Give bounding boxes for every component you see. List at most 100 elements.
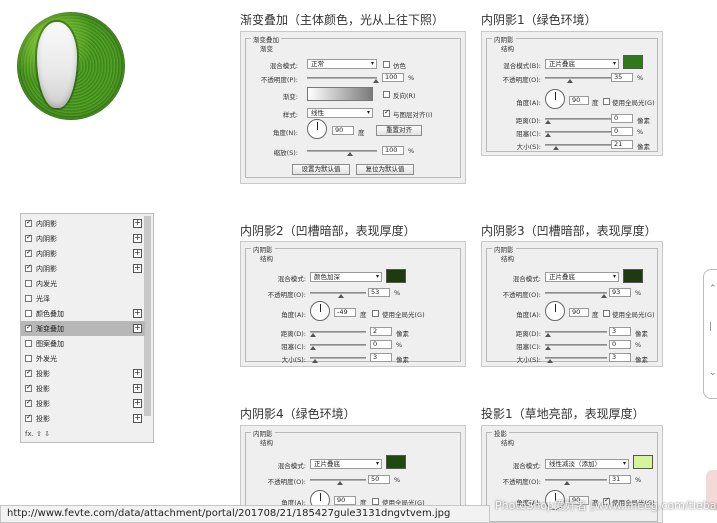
- set-default-button[interactable]: 设置为默认值: [292, 164, 350, 175]
- global-light-checkbox[interactable]: [603, 310, 610, 317]
- style-enable-checkbox[interactable]: [25, 218, 32, 227]
- angle-dial[interactable]: [545, 89, 565, 109]
- opacity-slider[interactable]: [545, 292, 607, 298]
- size-input[interactable]: 3: [609, 353, 631, 362]
- slider-thumb[interactable]: [567, 79, 573, 83]
- size-input[interactable]: 21: [611, 140, 633, 149]
- reset-default-button[interactable]: 复位为默认值: [356, 164, 414, 175]
- opacity-input[interactable]: 93: [609, 288, 631, 297]
- shadow-color-swatch[interactable]: [623, 269, 643, 283]
- style-enable-checkbox[interactable]: [25, 340, 32, 347]
- style-enable-checkbox[interactable]: [25, 233, 32, 242]
- slider-thumb[interactable]: [373, 79, 379, 83]
- slider-thumb[interactable]: [547, 359, 553, 363]
- style-list-item[interactable]: 投影 +: [21, 381, 145, 396]
- blend-mode-select[interactable]: 正片叠底: [545, 272, 619, 282]
- add-style-icon[interactable]: +: [133, 414, 142, 423]
- style-enable-checkbox[interactable]: [25, 383, 32, 392]
- slider-thumb[interactable]: [545, 120, 551, 124]
- list-scrollbar[interactable]: [144, 216, 151, 416]
- style-list-item[interactable]: 内阴影 +: [21, 231, 145, 246]
- slider-thumb[interactable]: [347, 152, 353, 156]
- angle-input[interactable]: 90: [334, 496, 356, 505]
- style-enable-checkbox[interactable]: [25, 368, 32, 377]
- choke-slider[interactable]: [310, 344, 366, 350]
- choke-slider[interactable]: [545, 131, 611, 137]
- slider-thumb[interactable]: [545, 333, 551, 337]
- style-select[interactable]: 线性: [307, 108, 373, 118]
- style-list-item[interactable]: 内阴影 +: [21, 216, 145, 231]
- angle-input[interactable]: 90: [332, 126, 354, 135]
- slider-thumb[interactable]: [337, 481, 343, 485]
- global-light-checkbox[interactable]: [372, 498, 379, 505]
- angle-dial[interactable]: [545, 301, 565, 321]
- add-style-icon[interactable]: +: [133, 384, 142, 393]
- add-style-icon[interactable]: +: [133, 234, 142, 243]
- slider-thumb[interactable]: [310, 333, 316, 337]
- add-style-icon[interactable]: +: [133, 309, 142, 318]
- distance-input[interactable]: 2: [370, 327, 392, 336]
- slider-thumb[interactable]: [310, 346, 316, 350]
- opacity-slider[interactable]: [310, 292, 366, 298]
- slider-thumb[interactable]: [601, 294, 607, 298]
- style-list-item[interactable]: 渐变叠加 +: [21, 321, 145, 336]
- style-enable-checkbox[interactable]: [25, 323, 32, 332]
- angle-input[interactable]: 90: [569, 308, 589, 317]
- chevron-down-icon[interactable]: ⌄: [709, 368, 717, 378]
- size-slider[interactable]: [310, 357, 366, 363]
- global-light-checkbox[interactable]: [603, 98, 610, 105]
- scale-input[interactable]: 100: [382, 146, 404, 155]
- size-slider[interactable]: [545, 357, 607, 363]
- blend-mode-select[interactable]: 线性减淡（添加）: [545, 459, 629, 469]
- style-list-item[interactable]: 颜色叠加 +: [21, 306, 145, 321]
- opacity-input[interactable]: 50: [368, 475, 390, 484]
- reverse-checkbox[interactable]: [383, 91, 390, 98]
- add-style-icon[interactable]: +: [133, 219, 142, 228]
- opacity-input[interactable]: 100: [382, 73, 404, 82]
- slider-thumb[interactable]: [564, 481, 570, 485]
- opacity-slider[interactable]: [310, 479, 366, 485]
- opacity-input[interactable]: 53: [368, 288, 390, 297]
- global-light-checkbox[interactable]: [372, 310, 379, 317]
- blend-mode-select[interactable]: 颜色加深: [310, 272, 382, 282]
- opacity-slider[interactable]: [545, 479, 607, 485]
- slider-thumb[interactable]: [553, 146, 559, 150]
- side-float-widget[interactable]: ⌃ | ⌄: [703, 269, 717, 399]
- chevron-up-icon[interactable]: ⌃: [709, 284, 717, 294]
- style-list-item[interactable]: 内阴影 +: [21, 261, 145, 276]
- slider-thumb[interactable]: [338, 294, 344, 298]
- choke-input[interactable]: 0: [609, 340, 631, 349]
- slider-thumb[interactable]: [545, 133, 551, 137]
- dither-checkbox[interactable]: [383, 61, 390, 68]
- style-enable-checkbox[interactable]: [25, 310, 32, 317]
- style-list-item[interactable]: 图案叠加: [21, 336, 145, 351]
- distance-slider[interactable]: [310, 331, 366, 337]
- add-style-icon[interactable]: +: [133, 369, 142, 378]
- shadow-color-swatch[interactable]: [386, 269, 406, 283]
- choke-slider[interactable]: [545, 344, 607, 350]
- size-slider[interactable]: [545, 144, 611, 150]
- slider-thumb[interactable]: [545, 346, 551, 350]
- style-enable-checkbox[interactable]: [25, 413, 32, 422]
- distance-input[interactable]: 3: [609, 327, 631, 336]
- distance-input[interactable]: 0: [611, 114, 633, 123]
- distance-slider[interactable]: [545, 118, 611, 124]
- style-list-item[interactable]: 内发光: [21, 276, 145, 291]
- gradient-picker[interactable]: [307, 87, 373, 101]
- style-list-item[interactable]: 光泽: [21, 291, 145, 306]
- reset-align-button[interactable]: 重置对齐: [376, 125, 422, 136]
- angle-dial[interactable]: [310, 301, 330, 321]
- style-list-item[interactable]: 投影 +: [21, 396, 145, 411]
- angle-input[interactable]: -49: [334, 308, 356, 317]
- opacity-input[interactable]: 35: [611, 73, 633, 82]
- add-style-icon[interactable]: +: [133, 399, 142, 408]
- shadow-color-swatch[interactable]: [633, 455, 653, 469]
- blend-mode-select[interactable]: 正片叠底: [545, 59, 619, 69]
- add-style-icon[interactable]: +: [133, 249, 142, 258]
- align-layer-checkbox[interactable]: [383, 108, 390, 117]
- size-input[interactable]: 3: [370, 353, 392, 362]
- scale-slider[interactable]: [307, 150, 377, 156]
- style-enable-checkbox[interactable]: [25, 280, 32, 287]
- opacity-slider[interactable]: [545, 77, 611, 83]
- style-enable-checkbox[interactable]: [25, 295, 32, 302]
